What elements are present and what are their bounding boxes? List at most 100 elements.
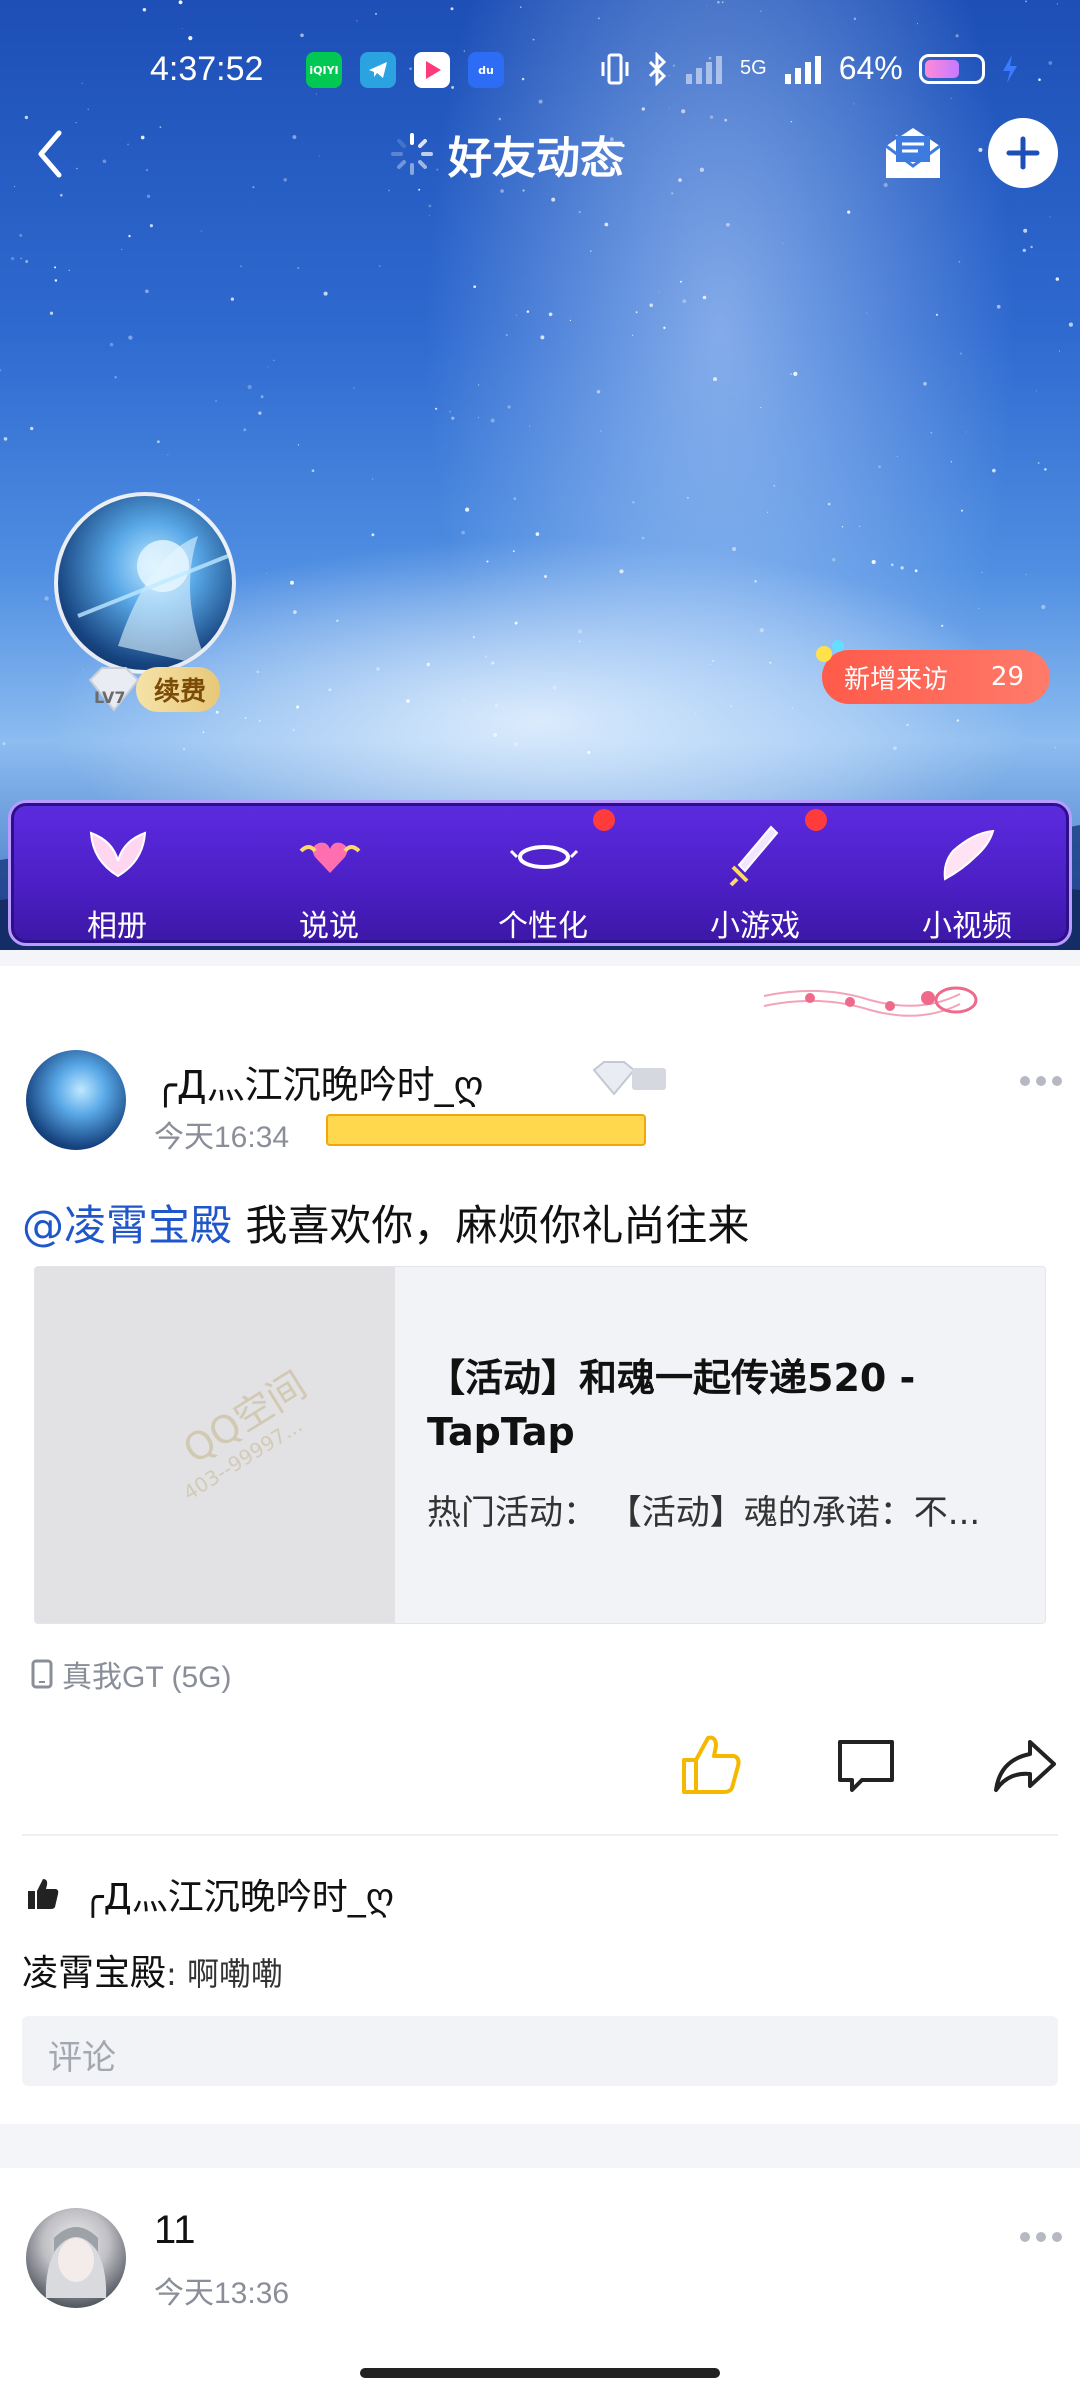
menu-item-short-video[interactable]: 小视频 (867, 803, 1067, 949)
star (923, 381, 927, 386)
star (114, 376, 117, 379)
star (372, 478, 374, 480)
star (782, 242, 784, 244)
star (379, 265, 381, 267)
star (10, 256, 15, 261)
star (472, 635, 476, 639)
menu-label: 相册 (87, 909, 147, 944)
star (596, 390, 601, 394)
menu-label: 说说 (299, 909, 359, 944)
star (300, 33, 304, 38)
star (1025, 0, 1027, 3)
star (965, 431, 967, 433)
divider (22, 1834, 1058, 1836)
add-post-button[interactable] (988, 118, 1058, 188)
link-description: 热门活动： 【活动】魂的承诺：不... (427, 1493, 981, 1533)
star (293, 610, 297, 614)
star (426, 662, 431, 667)
star (297, 444, 300, 446)
star (1023, 228, 1028, 233)
comment-input[interactable]: 评论 (22, 2016, 1058, 2086)
dot-icon (1052, 2232, 1062, 2242)
post-more-button[interactable] (1020, 1076, 1064, 1090)
dot-icon (1036, 2232, 1046, 2242)
share-icon (994, 1740, 1056, 1792)
dot-icon (1020, 2232, 1030, 2242)
post-author-avatar[interactable] (26, 2208, 126, 2308)
star (215, 400, 218, 402)
star (484, 655, 488, 658)
new-visitors-button[interactable]: 新增来访 29 (816, 640, 1050, 704)
renew-button[interactable]: 续费 (136, 666, 221, 712)
liked-by-name[interactable]: ╭Д灬江沉晚吟时_ღ (82, 1868, 394, 1920)
comment-author[interactable]: 凌霄宝殿 (22, 1953, 166, 1994)
post-author-name[interactable]: 11 (154, 2208, 196, 2253)
post-author-avatar[interactable] (26, 1050, 126, 1150)
sword-icon (729, 825, 779, 887)
star (323, 291, 328, 296)
menu-item-personalize[interactable]: 个性化 (443, 803, 643, 949)
halo-icon (509, 845, 579, 869)
sparkle-dot (832, 640, 844, 652)
star (54, 266, 57, 269)
star (273, 359, 275, 361)
star (247, 384, 252, 390)
decorative-name-tag (326, 1114, 646, 1146)
profile-avatar[interactable] (54, 492, 236, 674)
vip-diamond-icon: LV7 (84, 666, 144, 712)
avatar-art (77, 536, 229, 666)
star (773, 484, 776, 487)
star (641, 536, 645, 540)
vibrate-icon (601, 53, 629, 84)
star (109, 342, 114, 347)
charging-icon (1002, 54, 1017, 83)
star (157, 440, 160, 444)
shared-link-card[interactable]: QQ空间 403--99997... 【活动】和魂一起传递520 - TapTa… (34, 1266, 1046, 1624)
menu-item-moments[interactable]: 说说 (229, 803, 429, 949)
star (726, 222, 730, 227)
video-app-icon (414, 52, 450, 88)
star (760, 406, 762, 409)
star (632, 334, 634, 336)
star (679, 280, 682, 283)
star (353, 387, 355, 389)
album-wings-icon (89, 831, 147, 878)
star (1030, 245, 1033, 249)
plus-icon (1006, 136, 1040, 170)
star (505, 333, 508, 337)
like-button[interactable] (676, 1730, 746, 1800)
comment-button[interactable] (834, 1736, 898, 1796)
message-box-button[interactable] (878, 118, 948, 188)
menu-item-minigames[interactable]: 小游戏 (655, 803, 855, 949)
star (181, 27, 183, 29)
star (759, 628, 764, 633)
star (20, 257, 22, 260)
star (526, 310, 530, 313)
star (1025, 574, 1027, 576)
star (569, 319, 572, 322)
star (859, 525, 861, 527)
menu-item-album[interactable]: 相册 (17, 803, 217, 949)
star (793, 371, 798, 377)
star (311, 469, 315, 473)
star (260, 395, 264, 399)
vip-level: LV7 (94, 688, 126, 707)
post-more-button[interactable] (1020, 2232, 1064, 2246)
back-button[interactable] (18, 122, 82, 186)
star (827, 502, 831, 506)
star (896, 456, 898, 458)
star (960, 509, 964, 512)
feed-separator (0, 2124, 1080, 2168)
home-indicator[interactable] (360, 2368, 720, 2378)
post-author-name[interactable]: ╭Д灬江沉晚吟时_ღ (154, 1054, 483, 1109)
mention-link[interactable]: @凌霄宝殿 (22, 1201, 232, 1250)
star (528, 425, 531, 427)
star (544, 575, 547, 578)
notification-dot (805, 809, 827, 831)
vip-year-badge-icon (592, 1061, 666, 1096)
share-button[interactable] (990, 1736, 1060, 1796)
star (712, 660, 714, 662)
star (769, 661, 772, 664)
vip-badge[interactable]: LV7 续费 (84, 666, 221, 712)
star (600, 430, 602, 432)
